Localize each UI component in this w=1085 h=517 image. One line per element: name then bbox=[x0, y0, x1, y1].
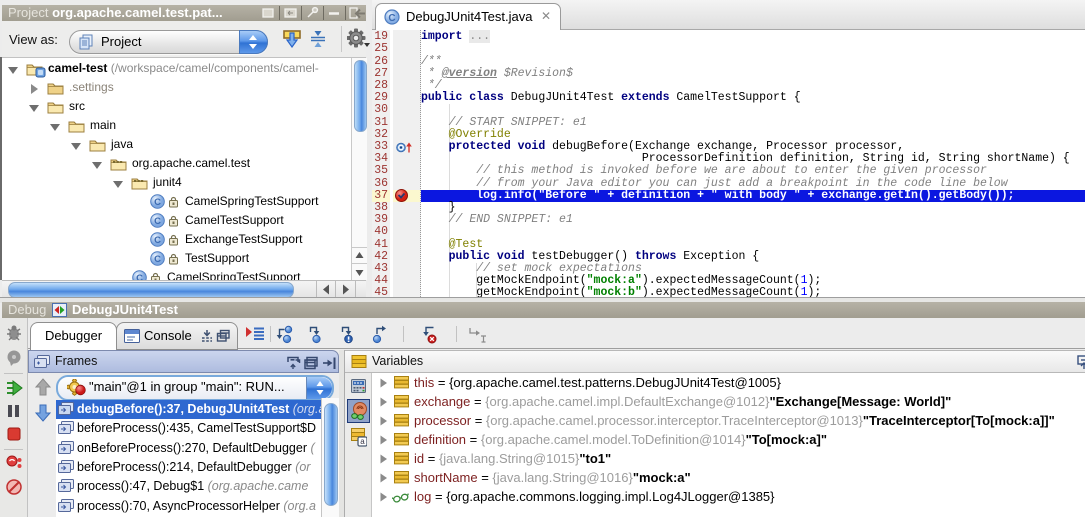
svg-text:a: a bbox=[360, 437, 365, 446]
svg-text:C: C bbox=[154, 254, 161, 265]
svg-text:C: C bbox=[388, 13, 395, 24]
svg-text:C: C bbox=[154, 216, 161, 227]
svg-text:C: C bbox=[154, 235, 161, 246]
svg-text:C: C bbox=[154, 197, 161, 208]
